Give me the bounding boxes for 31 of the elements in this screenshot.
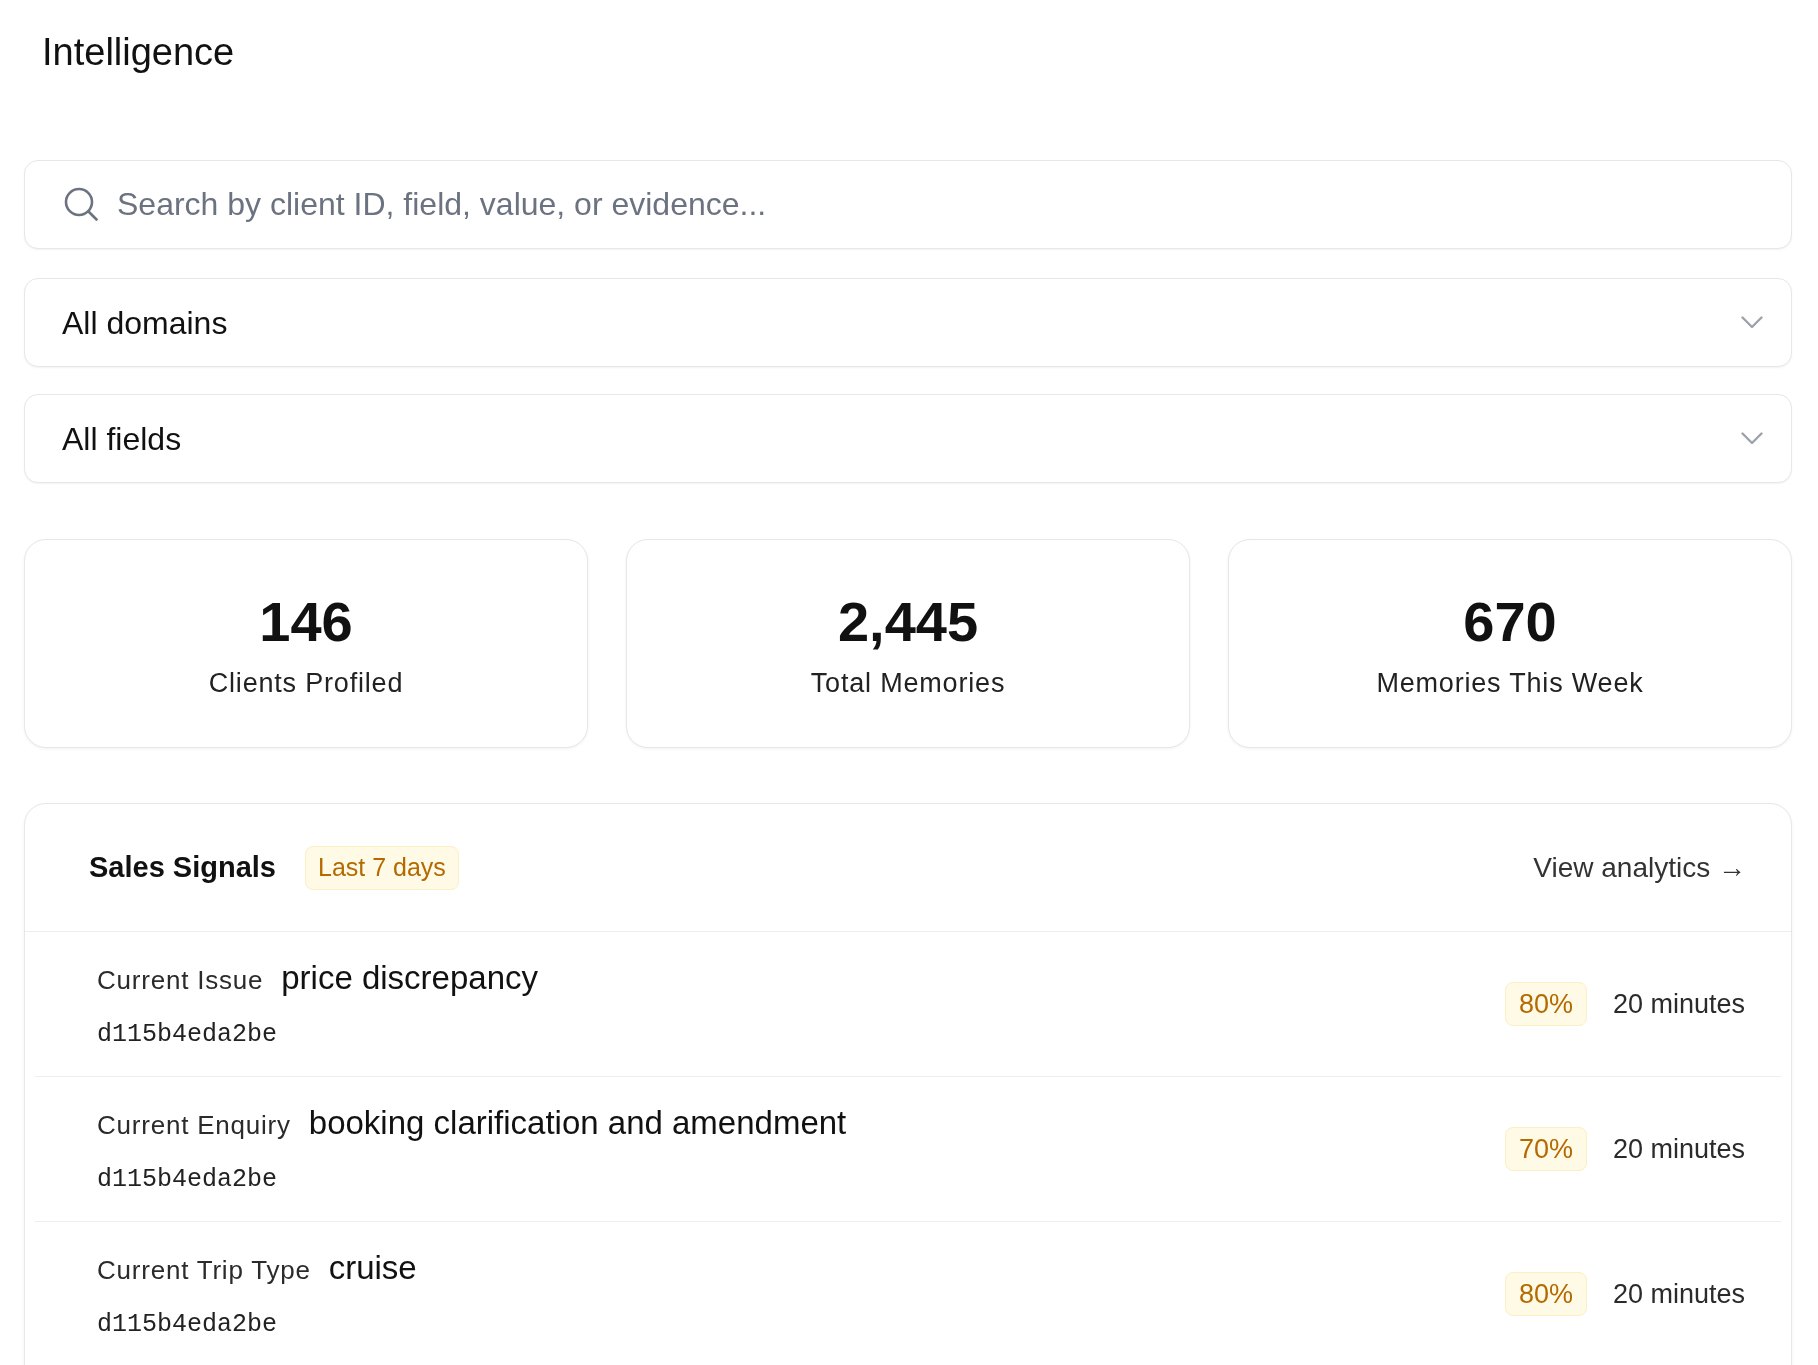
confidence-badge: 80% <box>1504 1272 1587 1316</box>
page-title: Intelligence <box>42 30 235 75</box>
client-id: d115b4eda2be <box>97 1163 278 1196</box>
field-label: Current Trip Type <box>97 1254 311 1287</box>
field-value: price discrepancy <box>281 958 538 998</box>
client-id: d115b4eda2be <box>97 1018 278 1051</box>
search-field[interactable]: Search by client ID, field, value, or evidence... <box>24 160 1792 249</box>
filter-dropdown[interactable]: All fields <box>24 394 1792 483</box>
stat-value: 2,445 <box>837 592 979 652</box>
date-range-badge: Last 7 days <box>305 845 459 890</box>
view-analytics-link[interactable]: View analytics → <box>1533 846 1746 889</box>
client-id: d115b4eda2be <box>97 1308 278 1341</box>
time-ago: 20 minutes <box>1612 987 1745 1021</box>
stat-label: Clients Profiled <box>208 667 404 699</box>
stat-value: 146 <box>259 592 353 652</box>
stat-value: 670 <box>1463 592 1557 652</box>
chevron-down-icon <box>1741 432 1763 445</box>
stat-label: Total Memories <box>810 667 1006 699</box>
stat-label: Memories This Week <box>1376 667 1644 699</box>
panel-title: Sales Signals <box>89 849 276 885</box>
field-value: cruise <box>328 1248 417 1288</box>
field-label: Current Enquiry <box>97 1109 291 1142</box>
search-icon <box>64 187 98 221</box>
time-ago: 20 minutes <box>1612 1277 1745 1311</box>
filter-dropdown[interactable]: All domains <box>24 278 1792 367</box>
field-value: booking clarification and amendment <box>308 1103 847 1143</box>
confidence-badge: 70% <box>1504 1127 1587 1171</box>
chevron-down-icon <box>1741 316 1763 329</box>
confidence-badge: 80% <box>1504 982 1587 1026</box>
time-ago: 20 minutes <box>1612 1132 1745 1166</box>
field-label: Current Issue <box>97 964 264 997</box>
